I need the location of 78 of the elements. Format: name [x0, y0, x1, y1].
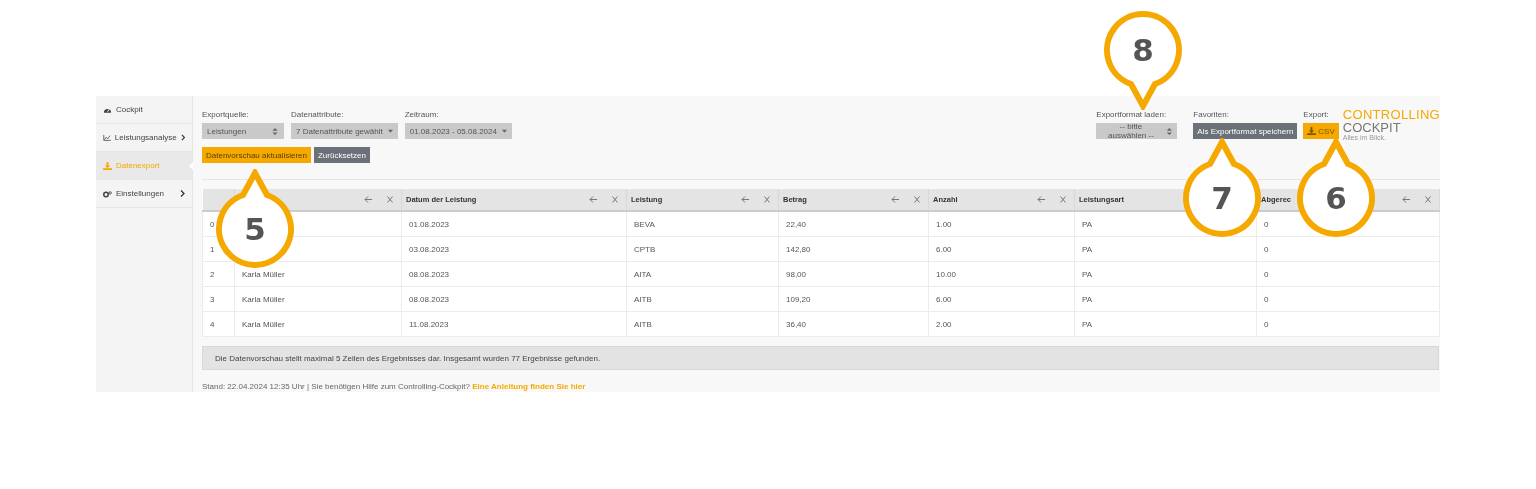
- logo-text: COCKPIT: [1342, 121, 1402, 134]
- table-cell: PA: [1082, 219, 1093, 229]
- table-cell: 1.00: [936, 219, 952, 229]
- table-cell: 0: [1264, 269, 1269, 279]
- table-cell: 36,40: [786, 319, 807, 329]
- arrow-left-icon[interactable]: [1037, 196, 1045, 203]
- arrow-left-icon[interactable]: [891, 196, 899, 203]
- close-icon[interactable]: [386, 196, 394, 203]
- table-cell: 6.00: [936, 294, 952, 304]
- arrow-left-icon[interactable]: [1402, 196, 1410, 203]
- row-index: 1: [210, 244, 215, 254]
- table-cell: 08.08.2023: [409, 294, 450, 304]
- table-cell: AITB: [634, 319, 652, 329]
- footer-text: Stand: 22.04.2024 12:35 Uhr | Sie benötigen Hilfe zum Controlling-Cockpit? Eine Anleitung finden Sie hier: [202, 382, 586, 391]
- table-cell: 0: [1264, 219, 1269, 229]
- sort-arrows-icon: [271, 127, 279, 135]
- table-cell: 11.08.2023: [409, 319, 449, 329]
- row-index: 3: [210, 294, 215, 304]
- gears-icon: [103, 189, 112, 198]
- close-icon[interactable]: [913, 196, 921, 203]
- logo-text: CONTROLLING: [1342, 108, 1440, 121]
- download-icon: [103, 161, 112, 170]
- table-cell: PA: [1082, 294, 1093, 304]
- row-index: 0: [210, 219, 215, 229]
- csv-export-button[interactable]: CSV: [1303, 123, 1339, 139]
- field-label: Favoriten:: [1193, 110, 1230, 119]
- close-icon[interactable]: [1424, 196, 1432, 203]
- table-cell: AITA: [634, 269, 652, 279]
- table-cell: Karla Müller: [242, 269, 285, 279]
- table-cell: Karla Müller: [242, 319, 285, 329]
- reset-button[interactable]: Zurücksetzen: [313, 147, 370, 163]
- table-cell: PA: [1082, 319, 1093, 329]
- row-index: 4: [210, 319, 215, 329]
- save-format-button[interactable]: Als Exportformat speichern: [1193, 123, 1298, 139]
- table-cell: 109,20: [786, 294, 811, 304]
- field-label: Exportquelle:: [202, 110, 250, 119]
- chart-icon: [103, 133, 111, 142]
- table-cell: Karla Müller: [242, 294, 285, 304]
- table-cell: AITB: [634, 294, 652, 304]
- info-message: Die Datenvorschau stellt maximal 5 Zeilen des Ergebnisses dar. Insgesamt wurden 77 Ergebnisse gefunden.: [202, 346, 1439, 370]
- refresh-preview-button[interactable]: Datenvorschau aktualisieren: [202, 147, 311, 163]
- field-label: Zeitraum:: [404, 110, 440, 119]
- arrow-left-icon[interactable]: [741, 196, 749, 203]
- table-cell: BEVA: [634, 219, 655, 229]
- caret-down-icon: [387, 127, 393, 135]
- close-icon[interactable]: [763, 196, 771, 203]
- field-label: Exportformat laden:: [1096, 110, 1168, 119]
- select-field[interactable]: Leistungen: [202, 123, 284, 139]
- caret-down-icon: [501, 127, 507, 135]
- table-cell: PA: [1082, 244, 1093, 254]
- table-cell: 10.00: [936, 269, 957, 279]
- table-cell: 08.08.2023: [409, 269, 450, 279]
- table-cell: 01.08.2023: [409, 219, 450, 229]
- table-cell: 0: [1264, 244, 1269, 254]
- table-cell: 0: [1264, 319, 1269, 329]
- table-cell: 22,40: [786, 219, 807, 229]
- arrow-left-icon[interactable]: [364, 196, 372, 203]
- field-label: Export:: [1303, 110, 1330, 119]
- table-cell: CPTB: [634, 244, 656, 254]
- row-index: 2: [210, 269, 215, 279]
- download-icon: [1307, 127, 1317, 135]
- table-cell: 98,00: [786, 269, 807, 279]
- field-label: Datenattribute:: [291, 110, 345, 119]
- arrow-left-icon[interactable]: [589, 196, 597, 203]
- sort-arrows-icon: [1165, 127, 1173, 135]
- dropdown-button[interactable]: 7 Datenattribute gewählt: [291, 123, 398, 139]
- close-icon[interactable]: [1059, 196, 1067, 203]
- table-cell: PA: [1082, 269, 1093, 279]
- table-cell: 0: [1264, 294, 1269, 304]
- select-field[interactable]: -- bitte auswählen --: [1096, 123, 1178, 139]
- dropdown-button[interactable]: 01.08.2023 - 05.08.2024: [404, 123, 512, 139]
- sidebar-item[interactable]: Cockpit: [96, 96, 192, 124]
- table-cell: 6.00: [936, 244, 952, 254]
- close-icon[interactable]: [611, 196, 619, 203]
- table-cell: 2.00: [936, 319, 952, 329]
- sidebar-item[interactable]: Einstellungen: [96, 180, 192, 208]
- table-cell: 03.08.2023: [409, 244, 450, 254]
- table-cell: 142,80: [786, 244, 811, 254]
